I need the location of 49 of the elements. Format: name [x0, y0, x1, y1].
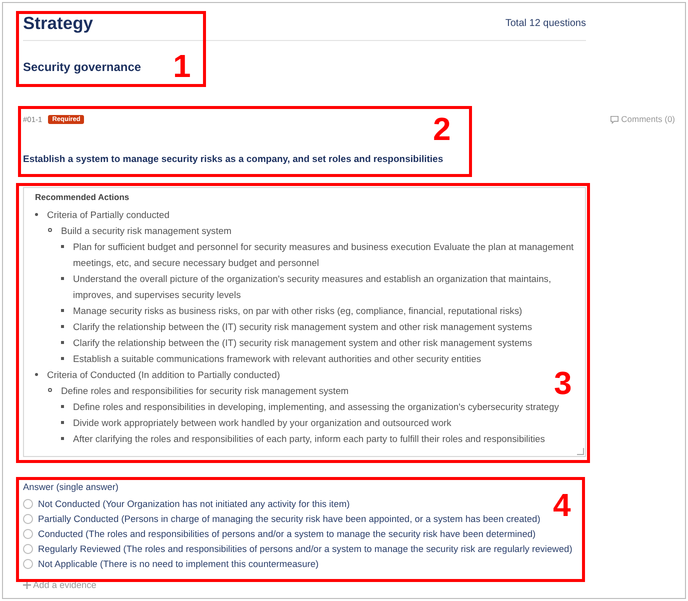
list-item-text: After clarifying the roles and responsibilities of each party, inform each party to fulfill their roles and responsibilities [73, 432, 545, 446]
radio-button[interactable] [23, 558, 33, 568]
answer-label: Answer (single answer) [23, 482, 120, 492]
list-item-text: Divide work appropriately between work handled by your organization and outsourced work [73, 416, 452, 430]
list-item-text: Criteria of Partially conducted [47, 208, 170, 222]
bullet-icon [61, 437, 64, 440]
bullet-icon [61, 357, 64, 360]
annotation-number: 2 [433, 113, 451, 145]
annotation-number: 3 [554, 367, 572, 399]
bullet-icon [35, 373, 38, 376]
question-text: Establish a system to manage security risks as a company, and set roles and responsibilities [23, 154, 444, 165]
speech-bubble-icon [610, 114, 620, 124]
list-item-text: Define roles and responsibilities for security risk management system [61, 384, 349, 398]
bullet-icon [61, 325, 64, 328]
bullet-icon [48, 388, 52, 392]
annotation-number: 1 [173, 50, 191, 82]
page-title: Strategy [23, 13, 94, 34]
section-title: Security governance [23, 60, 142, 74]
bullet-icon [61, 421, 64, 424]
radio-option[interactable]: Partially Conducted (Persons in charge of managing the security risk have been appointed, or a system has been created) [23, 511, 540, 526]
question-count: Total 12 questions [505, 18, 586, 29]
radio-button[interactable] [23, 498, 33, 508]
list-item-text: Understand the overall picture of the organization's security measures and establish an organization that maintains, improves, and supervises security levels [73, 272, 552, 302]
bullet-icon [35, 213, 38, 216]
list-item-text: Criteria of Conducted (In addition to Partially conducted) [47, 368, 280, 382]
list-item-text: Clarify the relationship between the (IT) security risk management system and other risk management systems [73, 320, 532, 334]
list-item-text: Build a security risk management system [61, 224, 232, 238]
list-item-text: Plan for sufficient budget and personnel for security measures and business execution Evaluate the plan at management meetings, etc, and secure necessary budget and personnel [73, 240, 575, 270]
radio-button[interactable] [23, 514, 33, 524]
bullet-icon [61, 309, 64, 312]
bullet-icon [48, 228, 52, 232]
radio-button[interactable] [23, 544, 33, 554]
bullet-icon [61, 405, 64, 408]
list-item-text: Establish a suitable communications framework with relevant authorities and other security entities [73, 352, 482, 366]
radio-button[interactable] [23, 528, 33, 538]
bullet-icon [61, 341, 64, 344]
panel-title: Recommended Actions [35, 192, 130, 202]
radio-option[interactable]: Regularly Reviewed (The roles and responsibilities of persons and/or a system to manage the security risk are regularly reviewed) [23, 541, 572, 556]
list-item-text: Clarify the relationship between the (IT) security risk management system and other risk management systems [73, 336, 532, 350]
annotation-number: 4 [553, 489, 571, 521]
list-item-text: Manage security risks as business risks, on par with other risks (eg, compliance, financial, reputational risks) [73, 304, 522, 318]
radio-option[interactable]: Not Applicable (There is no need to implement this countermeasure) [23, 556, 319, 571]
radio-option[interactable]: Not Conducted (Your Organization has not initiated any activity for this item) [23, 496, 350, 511]
radio-option[interactable]: Conducted (The roles and responsibilities of persons and/or a system to manage the security risk have been determined) [23, 526, 536, 541]
bullet-icon [61, 277, 64, 280]
resize-handle-icon[interactable] [577, 448, 584, 455]
bullet-icon [61, 245, 64, 248]
plus-icon [23, 581, 31, 589]
list-item-text: Define roles and responsibilities in developing, implementing, and assessing the organization's cybersecurity strategy [73, 400, 559, 414]
